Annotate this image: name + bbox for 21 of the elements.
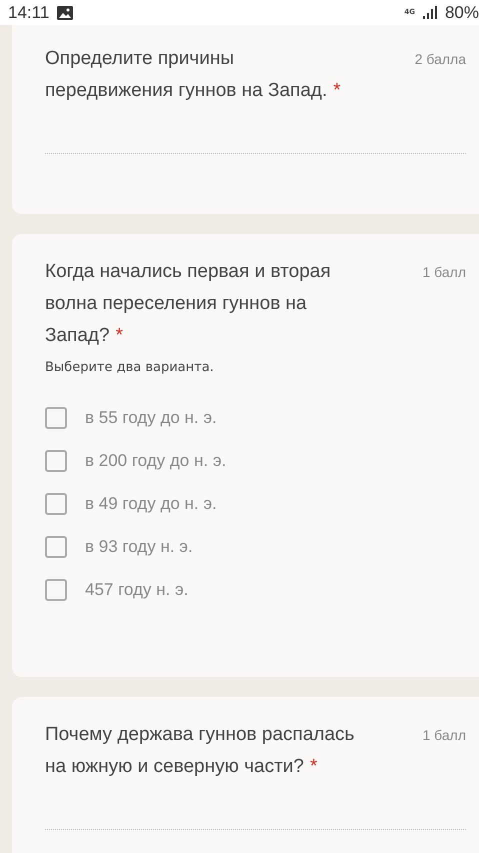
points-label: 1 балл	[422, 263, 466, 282]
points-label: 2 балла	[414, 50, 466, 69]
option-label[interactable]: в 49 году до н. э.	[85, 494, 217, 514]
question-title: Почему держава гуннов распалась на южную и северную части? *	[45, 723, 356, 779]
checkbox[interactable]	[45, 450, 67, 472]
checkbox[interactable]	[45, 407, 67, 429]
option-label[interactable]: в 200 году до н. э.	[85, 451, 226, 471]
question-title: Когда начались первая и вторая волна переселения гуннов на Запад? *	[45, 260, 332, 348]
checkbox[interactable]	[45, 579, 67, 601]
question-hint: Выберите два варианта.	[45, 360, 215, 375]
option-label[interactable]: в 93 году н. э.	[85, 537, 193, 557]
signal-icon	[422, 6, 437, 19]
checkbox[interactable]	[45, 493, 67, 515]
battery-percent: 80%	[444, 2, 479, 22]
points-label: 1 балл	[422, 726, 466, 745]
question-title: Определите причины передвижения гуннов на Запад. *	[45, 47, 342, 103]
option-label[interactable]: в 55 году до н. э.	[85, 408, 217, 428]
image-icon	[57, 6, 74, 20]
option-label[interactable]: 457 году н. э.	[85, 580, 188, 600]
checkbox[interactable]	[45, 536, 67, 558]
status-time: 14:11	[8, 2, 50, 22]
